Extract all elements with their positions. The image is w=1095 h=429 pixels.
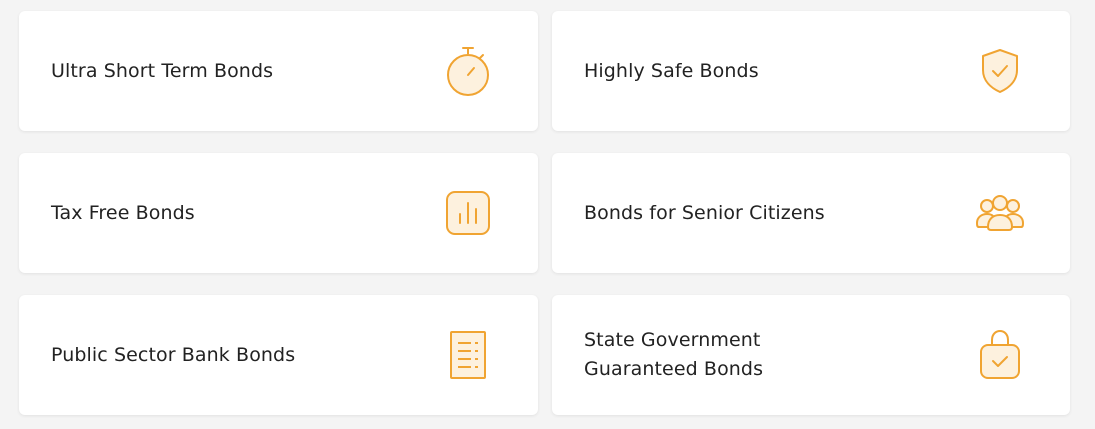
card-highly-safe-bonds[interactable]: Highly Safe Bonds [552, 11, 1070, 131]
card-label: Ultra Short Term Bonds [51, 59, 274, 82]
card-label: Public Sector Bank Bonds [51, 343, 296, 366]
shield-check-icon [974, 45, 1026, 97]
bag-check-icon [974, 329, 1026, 381]
card-label: State Government Guaranteed Bonds [584, 329, 764, 380]
document-list-icon [442, 329, 494, 381]
bond-categories-grid: Ultra Short Term Bonds Highly Safe Bonds… [0, 0, 1095, 429]
card-tax-free-bonds[interactable]: Tax Free Bonds [19, 153, 538, 273]
bar-chart-icon [442, 187, 494, 239]
card-ultra-short-term-bonds[interactable]: Ultra Short Term Bonds [19, 11, 538, 131]
people-group-icon [974, 187, 1026, 239]
stopwatch-icon [442, 45, 494, 97]
card-public-sector-bank-bonds[interactable]: Public Sector Bank Bonds [19, 295, 538, 415]
card-label: Bonds for Senior Citizens [584, 201, 825, 224]
card-bonds-for-senior-citizens[interactable]: Bonds for Senior Citizens [552, 153, 1070, 273]
card-state-government-guaranteed-bonds[interactable]: State Government Guaranteed Bonds [552, 295, 1070, 415]
card-label: Tax Free Bonds [51, 201, 195, 224]
card-label: Highly Safe Bonds [584, 59, 759, 82]
